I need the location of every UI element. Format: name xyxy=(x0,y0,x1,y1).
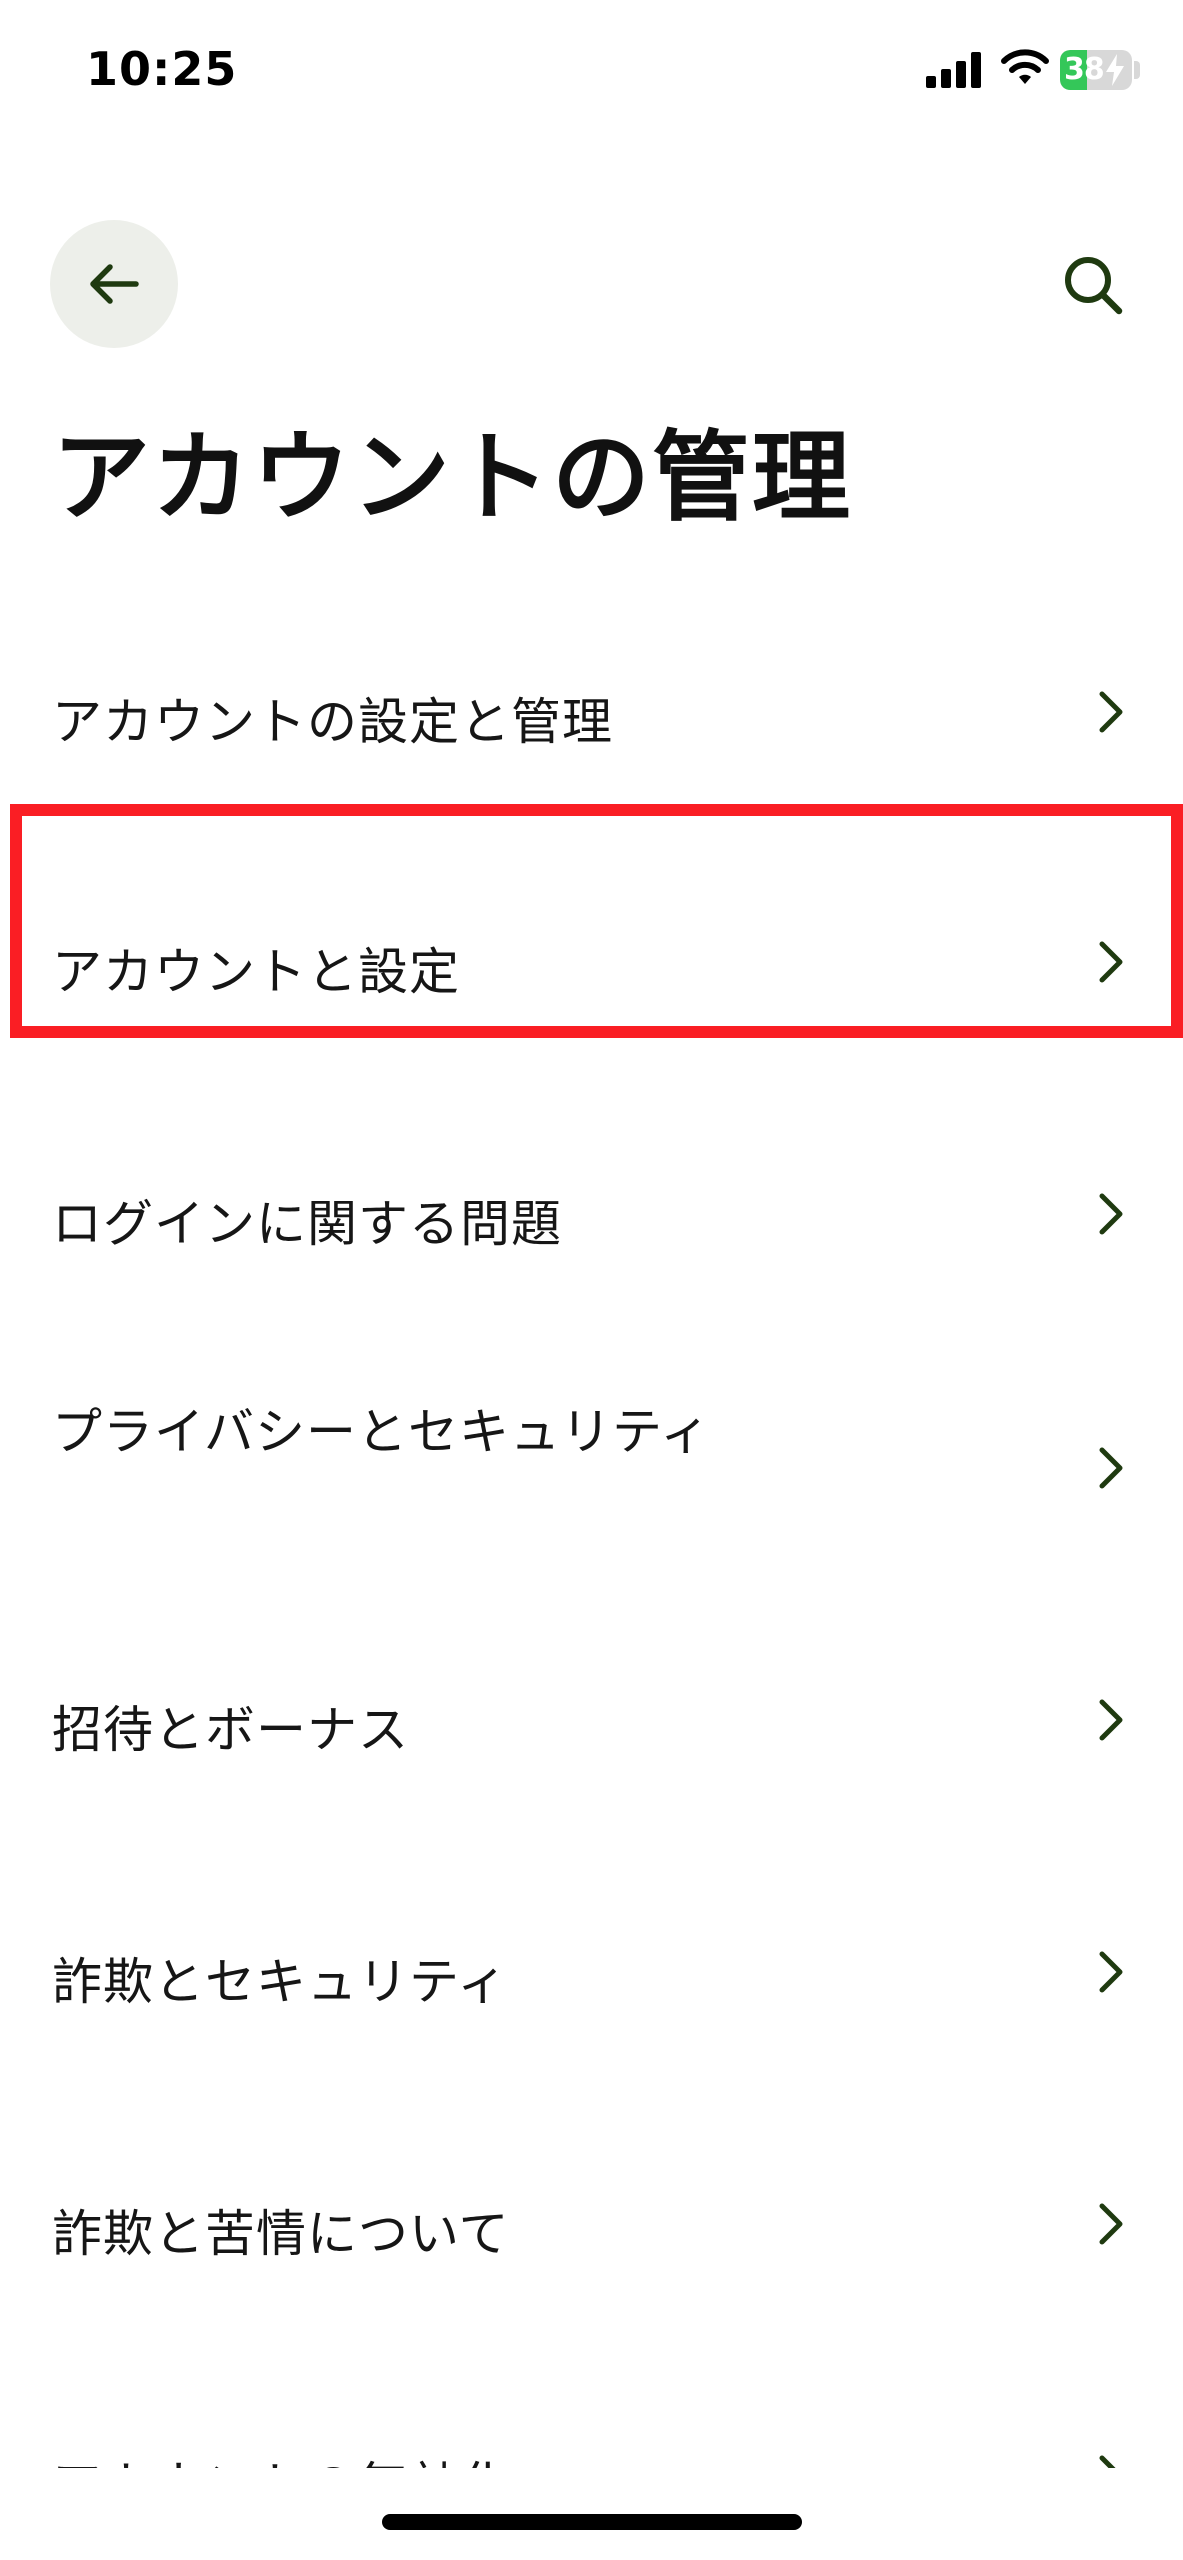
menu-item-label: 詐欺とセキュリティ xyxy=(52,1953,508,2011)
menu-item-privacy-security[interactable]: プライバシーとセキュリティ xyxy=(0,1332,1183,1532)
chevron-right-icon xyxy=(1099,2455,1116,2468)
chevron-right-icon xyxy=(1099,2203,1123,2245)
signal-icon xyxy=(926,52,981,88)
highlight-annotation-box xyxy=(10,804,1183,1038)
menu-item-label: ログインに関する問題 xyxy=(52,1195,562,1253)
wifi-icon xyxy=(1001,49,1049,84)
arrow-left-icon xyxy=(90,264,139,304)
charging-bolt-icon xyxy=(1106,54,1124,86)
battery-icon: 38 xyxy=(1060,50,1132,90)
battery-cap xyxy=(1134,61,1140,79)
menu-item-fraud-complaints[interactable]: 詐欺と苦情について xyxy=(0,2094,1183,2294)
chevron-right-icon xyxy=(1099,1193,1123,1235)
status-time: 10:25 xyxy=(86,42,238,96)
chevron-right-icon xyxy=(1099,1951,1123,1993)
menu-item-label: 招待とボーナス xyxy=(52,1701,409,1759)
menu-item-account-settings-management[interactable]: アカウントの設定と管理 xyxy=(0,630,1183,790)
menu-item-invites-bonus[interactable]: 招待とボーナス xyxy=(0,1590,1183,1790)
menu-item-login-issues[interactable]: ログインに関する問題 xyxy=(0,1072,1183,1272)
page-title: アカウントの管理 xyxy=(52,421,853,535)
chevron-right-icon xyxy=(1099,1447,1123,1489)
menu-item-label: 詐欺と苦情について xyxy=(52,2205,510,2263)
battery-level: 38 xyxy=(1064,52,1105,87)
chevron-right-icon xyxy=(1099,1699,1123,1741)
chevron-right-icon xyxy=(1099,691,1123,733)
status-bar: 10:25 38 xyxy=(0,0,1183,150)
back-button[interactable] xyxy=(50,220,178,348)
menu-item-label: プライバシーとセキュリティ xyxy=(52,1403,711,1461)
search-icon xyxy=(1065,257,1123,315)
home-indicator[interactable] xyxy=(382,2514,802,2530)
menu-item-label: アカウントの無効化 xyxy=(52,2446,511,2468)
menu-item-fraud-security[interactable]: 詐欺とセキュリティ xyxy=(0,1842,1183,2042)
menu-item-label: アカウントの設定と管理 xyxy=(52,693,613,751)
menu-item-account-deactivation[interactable]: アカウントの無効化 xyxy=(0,2346,1183,2468)
search-button[interactable] xyxy=(1056,248,1130,322)
